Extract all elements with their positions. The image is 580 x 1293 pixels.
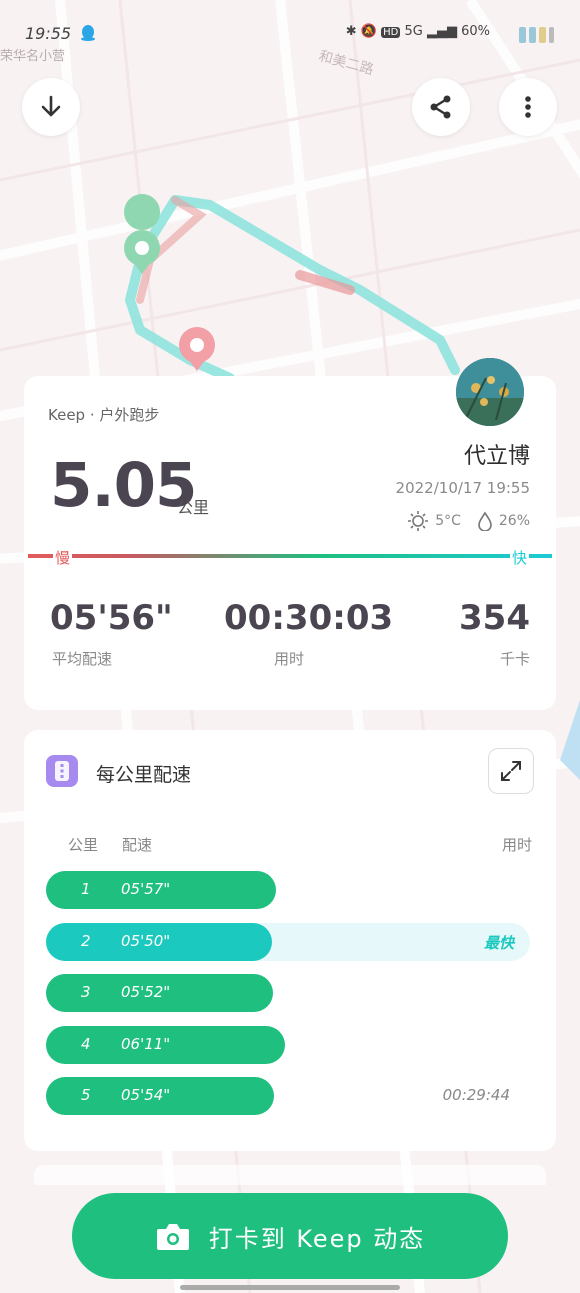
- expand-button[interactable]: [488, 748, 534, 794]
- row-pace: 05'50": [121, 931, 171, 950]
- status-icons: ✱ 🔕 HD 5G ▂▄▆ 60%: [346, 24, 490, 39]
- row-km: 1: [81, 880, 91, 898]
- status-bar: 19:55 ✱ 🔕 HD 5G ▂▄▆ 60%: [0, 0, 580, 66]
- weather-info: 5°C 26%: [407, 510, 530, 532]
- fastest-label: 最快: [483, 933, 514, 952]
- distance-value: 5.05: [50, 450, 198, 521]
- duration-value: 00:30:03: [224, 598, 394, 638]
- pace-row[interactable]: 5 05'54" 00:29:44: [46, 1077, 530, 1115]
- pace-per-km-card: 每公里配速 公里 配速 用时 1 05'57" 2 05'50" 最快 3 05'52" 4 0…: [24, 730, 556, 1151]
- row-pace: 06'11": [121, 1034, 171, 1053]
- avatar[interactable]: [456, 358, 524, 426]
- status-time: 19:55: [25, 24, 72, 43]
- username: 代立博: [463, 444, 530, 469]
- summary-card: Keep · 户外跑步 5.05 公里 代立博 2022/10/17 19:55…: [24, 358, 556, 710]
- pace-row[interactable]: 2 05'50" 最快: [46, 922, 530, 961]
- avg-pace-value: 05'56": [50, 598, 173, 638]
- column-time: 用时: [501, 836, 532, 854]
- network-icon: 5G: [404, 24, 423, 39]
- qq-icon: [81, 25, 95, 41]
- row-pace: 05'54": [121, 1086, 171, 1104]
- column-pace: 配速: [122, 836, 153, 854]
- mute-icon: 🔕: [360, 24, 377, 39]
- bluetooth-icon: ✱: [345, 24, 357, 39]
- more-vertical-icon: [525, 96, 531, 118]
- row-elapsed-time: 00:29:44: [442, 1086, 510, 1104]
- temperature: 5°C: [435, 513, 461, 529]
- run-datetime: 2022/10/17 19:55: [395, 479, 530, 497]
- calories-label: 千卡: [499, 650, 530, 668]
- hd-icon: HD: [381, 27, 401, 38]
- signal-icon: ▂▄▆: [426, 24, 457, 39]
- arrow-down-icon: [41, 95, 61, 117]
- speed-fast-label: 快: [509, 547, 529, 568]
- row-km: 2: [81, 931, 91, 950]
- pace-row[interactable]: 1 05'57": [46, 871, 530, 909]
- sun-icon: [408, 511, 429, 531]
- column-km: 公里: [68, 836, 99, 854]
- calories-value: 354: [459, 598, 530, 638]
- distance-unit: 公里: [177, 498, 210, 517]
- duration-label: 用时: [274, 650, 305, 668]
- row-km: 4: [81, 1034, 91, 1053]
- home-indicator[interactable]: [180, 1285, 400, 1290]
- speed-slow-label: 慢: [53, 547, 73, 568]
- camera-icon: [156, 1224, 189, 1250]
- share-button[interactable]: [412, 78, 470, 136]
- pace-row[interactable]: 4 06'11": [46, 1025, 530, 1064]
- speed-gradient-bar: [28, 554, 552, 558]
- pace-card-title: 每公里配速: [96, 764, 192, 786]
- expand-icon: [501, 761, 521, 781]
- sport-type-label: Keep · 户外跑步: [48, 406, 160, 424]
- battery-icon: [519, 27, 554, 43]
- pace-row[interactable]: 3 05'52": [46, 974, 530, 1012]
- row-pace: 05'57": [121, 880, 171, 898]
- download-button[interactable]: [22, 78, 80, 136]
- checkin-button[interactable]: 打卡到 Keep 动态: [72, 1193, 508, 1279]
- avg-pace-label: 平均配速: [52, 650, 113, 668]
- humidity: 26%: [498, 513, 530, 529]
- humidity-drop-icon: [478, 511, 492, 531]
- battery-percent: 60%: [461, 24, 490, 39]
- row-pace: 05'52": [121, 983, 171, 1001]
- checkin-label: 打卡到 Keep 动态: [208, 1224, 426, 1253]
- more-button[interactable]: [499, 78, 557, 136]
- next-card-peek: [34, 1165, 546, 1185]
- row-km: 3: [81, 983, 91, 1001]
- pace-card-icon: [46, 755, 78, 787]
- row-km: 5: [81, 1086, 91, 1104]
- share-icon: [430, 95, 451, 119]
